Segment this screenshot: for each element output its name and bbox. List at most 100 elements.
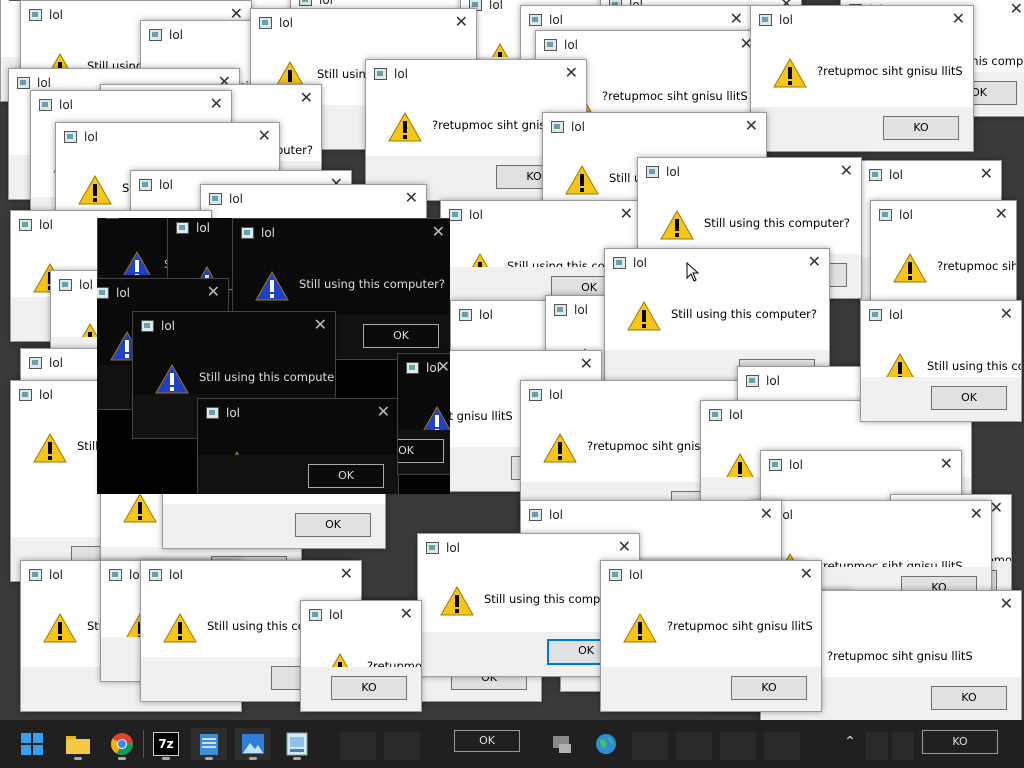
ko-button[interactable]: KO bbox=[931, 686, 1007, 710]
dialog-title-bar[interactable]: lol ✕ bbox=[638, 158, 861, 188]
close-icon[interactable]: ✕ bbox=[300, 88, 313, 108]
close-icon[interactable]: ✕ bbox=[970, 504, 983, 524]
close-icon[interactable]: ✕ bbox=[952, 9, 965, 29]
ko-button[interactable]: KO bbox=[731, 676, 807, 700]
taskbar-globe[interactable] bbox=[588, 728, 624, 760]
close-icon[interactable]: ✕ bbox=[980, 164, 993, 184]
close-icon[interactable]: ✕ bbox=[210, 94, 223, 114]
dialog-title-bar[interactable]: lol✕ bbox=[201, 185, 426, 215]
dialog-title-bar[interactable]: lol✕ bbox=[301, 601, 421, 631]
app-icon bbox=[309, 609, 322, 621]
network-share-icon bbox=[553, 736, 571, 753]
message-dialog[interactable]: lol✕?retupmoc siht gnisu llitSKO bbox=[600, 560, 822, 712]
dialog-title-bar[interactable]: lol✕ bbox=[861, 301, 1021, 331]
close-icon[interactable]: ✕ bbox=[314, 315, 327, 335]
taskbar-7zip[interactable]: 7z bbox=[148, 728, 184, 760]
close-icon[interactable]: ✕ bbox=[1000, 594, 1013, 614]
dialog-title-bar[interactable]: lol✕ bbox=[871, 201, 1016, 231]
warning-icon bbox=[123, 493, 157, 523]
dialog-title-bar[interactable]: lol✕ bbox=[605, 249, 829, 279]
close-icon[interactable]: ✕ bbox=[377, 402, 390, 422]
app-icon bbox=[39, 99, 52, 111]
ok-button[interactable]: OK bbox=[398, 439, 444, 463]
dialog-message: Still using this computer? bbox=[299, 277, 445, 291]
close-icon[interactable]: ✕ bbox=[730, 9, 743, 29]
ok-button[interactable]: OK bbox=[363, 324, 439, 348]
taskbar-paint[interactable] bbox=[279, 728, 315, 760]
desktop: lol✕?retupmoc siht gnisu llitSKOlol✕Stil… bbox=[0, 0, 1024, 720]
close-icon[interactable]: ✕ bbox=[618, 537, 631, 557]
message-dialog[interactable]: lol✕?retupmoc siht gnisu llitSKO bbox=[750, 5, 974, 152]
dialog-title-bar[interactable]: lol✕ bbox=[251, 9, 476, 39]
dialog-title-bar[interactable]: lol✕ bbox=[751, 6, 973, 36]
dialog-title-bar[interactable]: lol✕ bbox=[536, 31, 761, 61]
dialog-title-bar[interactable]: lol✕ bbox=[861, 161, 1001, 191]
dialog-title-bar[interactable]: lol✕ bbox=[521, 501, 781, 531]
message-dialog[interactable]: lol✕Still using this computer?OK bbox=[860, 300, 1022, 422]
taskbar-notepad[interactable] bbox=[191, 728, 227, 760]
close-icon[interactable]: ✕ bbox=[808, 252, 821, 272]
taskbar-photos[interactable] bbox=[235, 728, 271, 760]
close-icon[interactable]: ✕ bbox=[800, 564, 813, 584]
dialog-title-bar[interactable]: lol✕ bbox=[56, 123, 279, 153]
app-icon bbox=[709, 409, 722, 421]
ko-button[interactable]: KO bbox=[331, 676, 407, 700]
dialog-title-bar[interactable]: lol✕ bbox=[233, 219, 450, 249]
ko-button[interactable]: KO bbox=[883, 116, 959, 140]
close-icon[interactable]: ✕ bbox=[455, 12, 468, 32]
dialog-title-bar[interactable]: lol✕ bbox=[398, 354, 450, 384]
app-icon bbox=[241, 227, 254, 239]
dialog-title-bar[interactable]: lol✕ bbox=[198, 399, 398, 429]
close-icon[interactable]: ✕ bbox=[940, 454, 953, 474]
stray-ko-button[interactable]: KO bbox=[922, 730, 998, 754]
close-icon[interactable]: ✕ bbox=[1010, 0, 1023, 19]
7zip-icon: 7z bbox=[153, 732, 179, 756]
dialog-title-bar[interactable]: lol✕ bbox=[366, 60, 586, 90]
close-icon[interactable]: ✕ bbox=[745, 116, 758, 136]
dialog-title: lol bbox=[116, 286, 131, 300]
dialog-title-bar[interactable]: lol✕ bbox=[133, 312, 335, 342]
close-icon[interactable]: ✕ bbox=[400, 604, 413, 624]
ok-button[interactable]: OK bbox=[931, 386, 1007, 410]
close-icon[interactable]: ✕ bbox=[995, 204, 1008, 224]
app-icon bbox=[746, 375, 759, 387]
message-dialog[interactable]: lol✕Still using this computer?OK bbox=[397, 353, 450, 475]
close-icon[interactable]: ✕ bbox=[620, 204, 633, 224]
close-icon[interactable]: ✕ bbox=[207, 282, 220, 302]
dialog-title-bar[interactable]: lol✕ bbox=[543, 113, 766, 143]
dialog-footer: OK bbox=[861, 377, 1021, 421]
message-dialog[interactable]: lol✕?retupmoc siht gnisu llitSKO bbox=[300, 600, 422, 712]
taskbar-file-explorer[interactable] bbox=[60, 728, 96, 760]
warning-icon bbox=[565, 165, 599, 195]
start-button[interactable] bbox=[14, 728, 50, 760]
dialog-title-bar[interactable]: lol✕ bbox=[601, 561, 821, 591]
close-icon[interactable]: ✕ bbox=[340, 564, 353, 584]
close-icon[interactable]: ✕ bbox=[1000, 304, 1013, 324]
dialog-title-bar[interactable]: lol✕ bbox=[31, 91, 231, 121]
ok-button[interactable]: OK bbox=[295, 513, 371, 537]
dialog-title: lol bbox=[49, 568, 64, 582]
taskbar-chrome[interactable] bbox=[104, 728, 140, 760]
chrome-icon bbox=[111, 733, 133, 755]
warning-icon bbox=[163, 613, 197, 643]
close-icon[interactable]: ✕ bbox=[760, 504, 773, 524]
tray-chevron-icon[interactable]: ⌃ bbox=[840, 732, 860, 752]
close-icon[interactable]: ✕ bbox=[565, 63, 578, 83]
dialog-title-bar[interactable]: lol✕ bbox=[141, 561, 361, 591]
ok-button[interactable]: OK bbox=[308, 464, 384, 488]
close-icon[interactable]: ✕ bbox=[258, 126, 271, 146]
message-dialog[interactable]: lol✕Still using this computer?OK bbox=[197, 398, 399, 494]
dialog-title: lol bbox=[666, 165, 681, 179]
stray-ok-button[interactable]: OK bbox=[454, 730, 520, 752]
dialog-title: lol bbox=[789, 458, 804, 472]
close-icon[interactable]: ✕ bbox=[840, 161, 853, 181]
dialog-title-bar[interactable]: lol✕ bbox=[441, 201, 641, 231]
dialog-title-bar[interactable]: lol ✕ bbox=[761, 451, 961, 481]
close-icon[interactable]: ✕ bbox=[432, 222, 445, 242]
close-icon[interactable]: ✕ bbox=[405, 188, 418, 208]
dialog-title-bar[interactable]: lol ✕ bbox=[97, 279, 228, 309]
close-icon[interactable]: ✕ bbox=[580, 354, 593, 374]
taskbar-network-share[interactable] bbox=[544, 728, 580, 760]
close-icon[interactable]: ✕ bbox=[437, 357, 450, 377]
dialog-title-bar[interactable]: lol✕ bbox=[751, 501, 991, 531]
